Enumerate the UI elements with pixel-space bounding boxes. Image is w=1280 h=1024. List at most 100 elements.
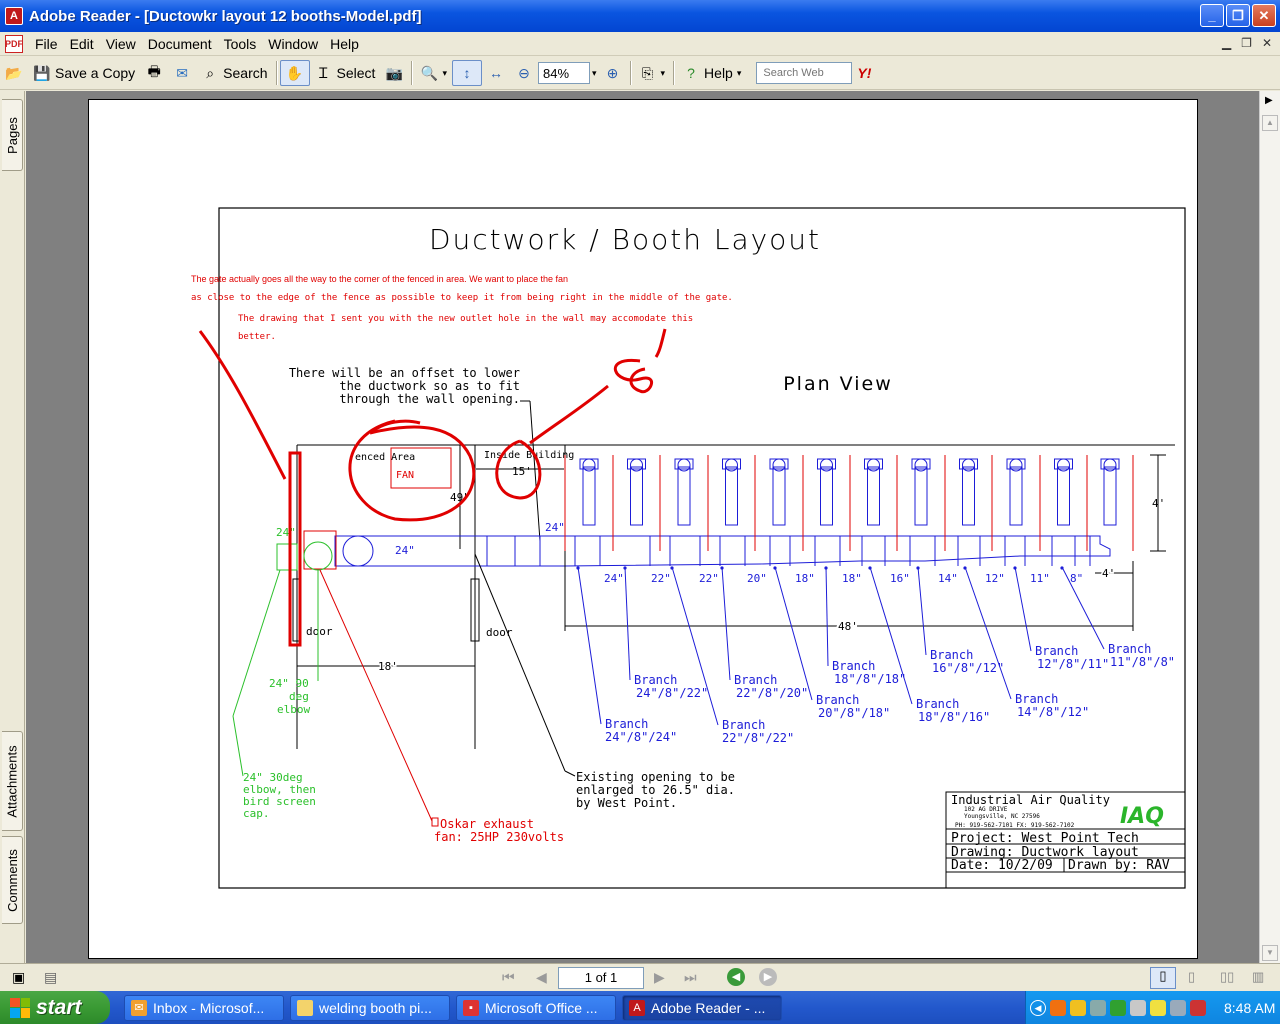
previous-page-button[interactable]: ◀: [536, 969, 547, 986]
elbow90-line-1: 24" 90: [269, 677, 309, 690]
pdf-page: Ductwork / Booth Layout Plan View The ga…: [88, 99, 1198, 959]
maximize-button[interactable]: ❐: [1226, 4, 1250, 27]
adobe-reader-icon: A: [5, 7, 23, 25]
search-web-input[interactable]: [756, 62, 853, 84]
save-copy-button[interactable]: 💾 Save a Copy: [28, 60, 140, 86]
help-button[interactable]: ? Help ▾: [677, 60, 746, 86]
tray-expand-icon[interactable]: ◀: [1030, 999, 1046, 1016]
booth-hood: [1057, 466, 1070, 526]
booth-hood: [914, 466, 928, 526]
duct-size-label: 14": [938, 572, 958, 585]
page-number-field[interactable]: 1 of 1: [558, 967, 644, 989]
minimize-button[interactable]: _: [1200, 4, 1224, 27]
facing-layout-icon[interactable]: ▯▯: [1220, 969, 1234, 985]
menu-file[interactable]: File: [29, 36, 64, 52]
print-button[interactable]: 🖶: [140, 60, 168, 86]
branch-size: 22"/8"/22": [722, 731, 794, 745]
window-title: Adobe Reader - [Ductowkr layout 12 booth…: [29, 7, 422, 25]
zoom-input[interactable]: [537, 62, 590, 84]
zoom-dropdown[interactable]: ▾: [590, 60, 599, 86]
tray-run-icon[interactable]: [1110, 999, 1126, 1016]
branch-size: 12"/8"/11": [1037, 657, 1109, 671]
inside-building-label: Inside Building: [484, 450, 574, 461]
duct-size-24: 24": [395, 544, 415, 557]
duct-size-labels: 24" 22" 22" 20" 18" 18" 16" 14" 12" 11" 8": [604, 572, 1083, 585]
search-button[interactable]: ⌕ Search: [196, 60, 272, 86]
tray-java-icon[interactable]: [1130, 999, 1146, 1016]
toolbar-separator: [673, 61, 675, 85]
menu-help[interactable]: Help: [324, 36, 365, 52]
task-adobe-reader[interactable]: A Adobe Reader - ...: [622, 994, 782, 1021]
scroll-up-button[interactable]: ▲: [1262, 115, 1278, 131]
booth-hood: [1103, 466, 1117, 526]
tray-reminder-icon[interactable]: [1070, 999, 1086, 1016]
doc-close-icon[interactable]: ✕: [1262, 36, 1272, 50]
tray-app-icon[interactable]: [1050, 999, 1066, 1016]
email-button[interactable]: ✉: [168, 60, 196, 86]
snapshot-button[interactable]: 📷: [380, 60, 408, 86]
tray-network-2-icon[interactable]: [1170, 999, 1186, 1016]
branch-label: Branch: [916, 697, 959, 711]
zoom-out-button[interactable]: ⊖: [510, 60, 538, 86]
zoom-in-button[interactable]: ⊕: [599, 60, 627, 86]
task-office[interactable]: ▪ Microsoft Office ...: [456, 994, 616, 1021]
tab-pages[interactable]: Pages: [2, 99, 23, 171]
branch-leader-dot: [670, 566, 674, 570]
doc-restore-icon[interactable]: ❐: [1241, 36, 1252, 50]
page-thumbnail-icon[interactable]: ▣: [12, 969, 25, 986]
open-button[interactable]: 📂: [0, 60, 28, 86]
vertical-scrollbar[interactable]: ▶ ▲ ▼: [1259, 91, 1280, 963]
first-page-button[interactable]: ⏮: [502, 969, 515, 986]
branch-leader-dot: [773, 566, 777, 570]
actual-size-button[interactable]: ↕: [451, 60, 482, 86]
menu-view[interactable]: View: [100, 36, 142, 52]
folder-icon: [297, 999, 313, 1016]
task-inbox[interactable]: ✉ Inbox - Microsof...: [124, 994, 284, 1021]
search-label: Search: [223, 65, 268, 81]
company-name: Industrial Air Quality: [951, 793, 1110, 807]
menu-document[interactable]: Document: [142, 36, 218, 52]
go-back-button[interactable]: ◀: [727, 968, 745, 986]
zoom-tool-button[interactable]: 🔍 ▾: [415, 60, 452, 86]
dim-4-end: 4': [1102, 567, 1115, 580]
hand-tool-button[interactable]: ✋: [279, 60, 310, 86]
go-forward-button[interactable]: ▶: [759, 968, 777, 986]
rotate-button[interactable]: ⎘ ▾: [634, 60, 671, 86]
fit-width-button[interactable]: ↔: [482, 60, 510, 86]
single-page-layout-icon[interactable]: ▯: [1150, 967, 1176, 989]
branch-size: 22"/8"/20": [736, 686, 808, 700]
task-welding-booth[interactable]: welding booth pi...: [290, 994, 450, 1021]
close-button[interactable]: ✕: [1252, 4, 1276, 27]
tray-messenger-icon[interactable]: [1150, 999, 1166, 1016]
document-area[interactable]: Ductwork / Booth Layout Plan View The ga…: [26, 91, 1259, 963]
start-button[interactable]: start: [0, 991, 110, 1024]
branch-leader: [721, 566, 731, 681]
document-icon[interactable]: PDF: [5, 34, 23, 53]
save-icon: 💾: [33, 64, 51, 81]
tab-comments[interactable]: Comments: [2, 836, 23, 924]
menu-window[interactable]: Window: [262, 36, 324, 52]
scroll-down-button[interactable]: ▼: [1262, 945, 1278, 961]
yahoo-icon: Y!: [857, 65, 872, 81]
menu-edit[interactable]: Edit: [64, 36, 100, 52]
next-page-button[interactable]: ▶: [654, 969, 665, 986]
printer-icon: 🖶: [147, 63, 161, 79]
yahoo-button[interactable]: Y!: [852, 60, 876, 86]
tab-pages-label: Pages: [4, 116, 20, 154]
doc-properties-icon[interactable]: ▤: [44, 969, 57, 986]
company-phone: PH: 919-562-7101 FX: 919-562-7102: [955, 822, 1075, 829]
booth-hood: [630, 466, 643, 526]
tray-alert-icon[interactable]: [1190, 999, 1206, 1016]
continuous-facing-icon[interactable]: ▥: [1252, 969, 1264, 985]
menu-tools[interactable]: Tools: [218, 36, 263, 52]
continuous-layout-icon[interactable]: ▯: [1188, 969, 1195, 985]
last-page-button[interactable]: ⏭: [684, 969, 697, 986]
tab-attachments[interactable]: Attachments: [2, 731, 23, 831]
select-tool-button[interactable]: Ꮖ Select: [310, 60, 381, 86]
doc-minimize-icon[interactable]: ▁: [1222, 36, 1231, 50]
branch-leader-dot: [623, 566, 627, 570]
duct-size-label: 16": [890, 572, 910, 585]
tray-network-icon[interactable]: [1090, 999, 1106, 1016]
panel-expand-icon[interactable]: ▶: [1265, 95, 1273, 106]
branch-label: Branch: [734, 673, 777, 687]
